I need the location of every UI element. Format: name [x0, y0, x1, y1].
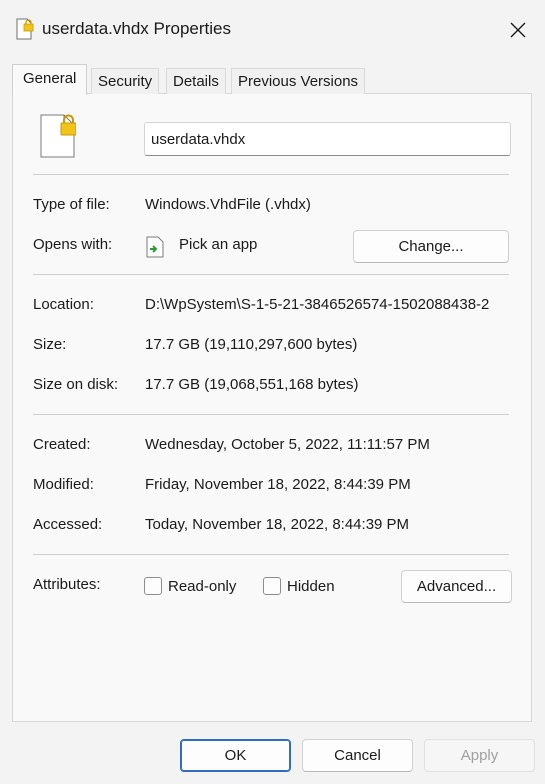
opens-with-value: Pick an app [179, 236, 258, 253]
read-only-checkbox[interactable] [144, 577, 162, 595]
type-value: Windows.VhdFile (.vhdx) [145, 196, 311, 213]
created-value: Wednesday, October 5, 2022, 11:11:57 PM [145, 436, 430, 453]
accessed-label: Accessed: [33, 516, 103, 533]
properties-dialog: userdata.vhdx Properties General Securit… [0, 0, 545, 784]
separator [33, 174, 509, 175]
title-bar: userdata.vhdx Properties [0, 0, 545, 60]
separator [33, 554, 509, 555]
tab-details[interactable]: Details [166, 68, 226, 94]
created-label: Created: [33, 436, 91, 453]
type-label: Type of file: [33, 196, 110, 213]
accessed-value: Today, November 18, 2022, 8:44:39 PM [145, 516, 410, 533]
app-icon [146, 236, 164, 258]
dialog-footer: OK Cancel Apply [0, 722, 545, 784]
read-only-label[interactable]: Read-only [168, 578, 236, 595]
tab-general[interactable]: General [12, 64, 88, 95]
window-title: userdata.vhdx Properties [42, 19, 231, 38]
apply-button[interactable]: Apply [424, 739, 535, 772]
opens-with-label: Opens with: [33, 236, 113, 253]
file-lock-icon [16, 18, 34, 40]
size-value: 17.7 GB (19,110,297,600 bytes) [145, 336, 358, 353]
location-value: D:\WpSystem\S-1-5-21-3846526574-15020884… [145, 296, 490, 313]
change-button[interactable]: Change... [353, 230, 509, 263]
file-lock-icon [40, 114, 77, 158]
file-name-field[interactable] [144, 122, 511, 156]
location-label: Location: [33, 296, 94, 313]
modified-label: Modified: [33, 476, 94, 493]
close-button[interactable] [500, 12, 536, 48]
size-label: Size: [33, 336, 67, 353]
hidden-label[interactable]: Hidden [287, 578, 335, 595]
separator [33, 414, 509, 415]
cancel-button[interactable]: Cancel [302, 739, 413, 772]
separator [33, 274, 509, 275]
advanced-button[interactable]: Advanced... [401, 570, 512, 603]
ok-button[interactable]: OK [180, 739, 291, 772]
size-on-disk-value: 17.7 GB (19,068,551,168 bytes) [145, 376, 359, 393]
close-icon [510, 22, 526, 38]
attributes-label: Attributes: [33, 576, 101, 593]
tab-security[interactable]: Security [91, 68, 160, 94]
hidden-checkbox[interactable] [263, 577, 281, 595]
size-on-disk-label: Size on disk: [33, 376, 119, 393]
tab-panel-general [12, 93, 532, 722]
modified-value: Friday, November 18, 2022, 8:44:39 PM [145, 476, 411, 493]
tab-previous-versions[interactable]: Previous Versions [231, 68, 366, 94]
